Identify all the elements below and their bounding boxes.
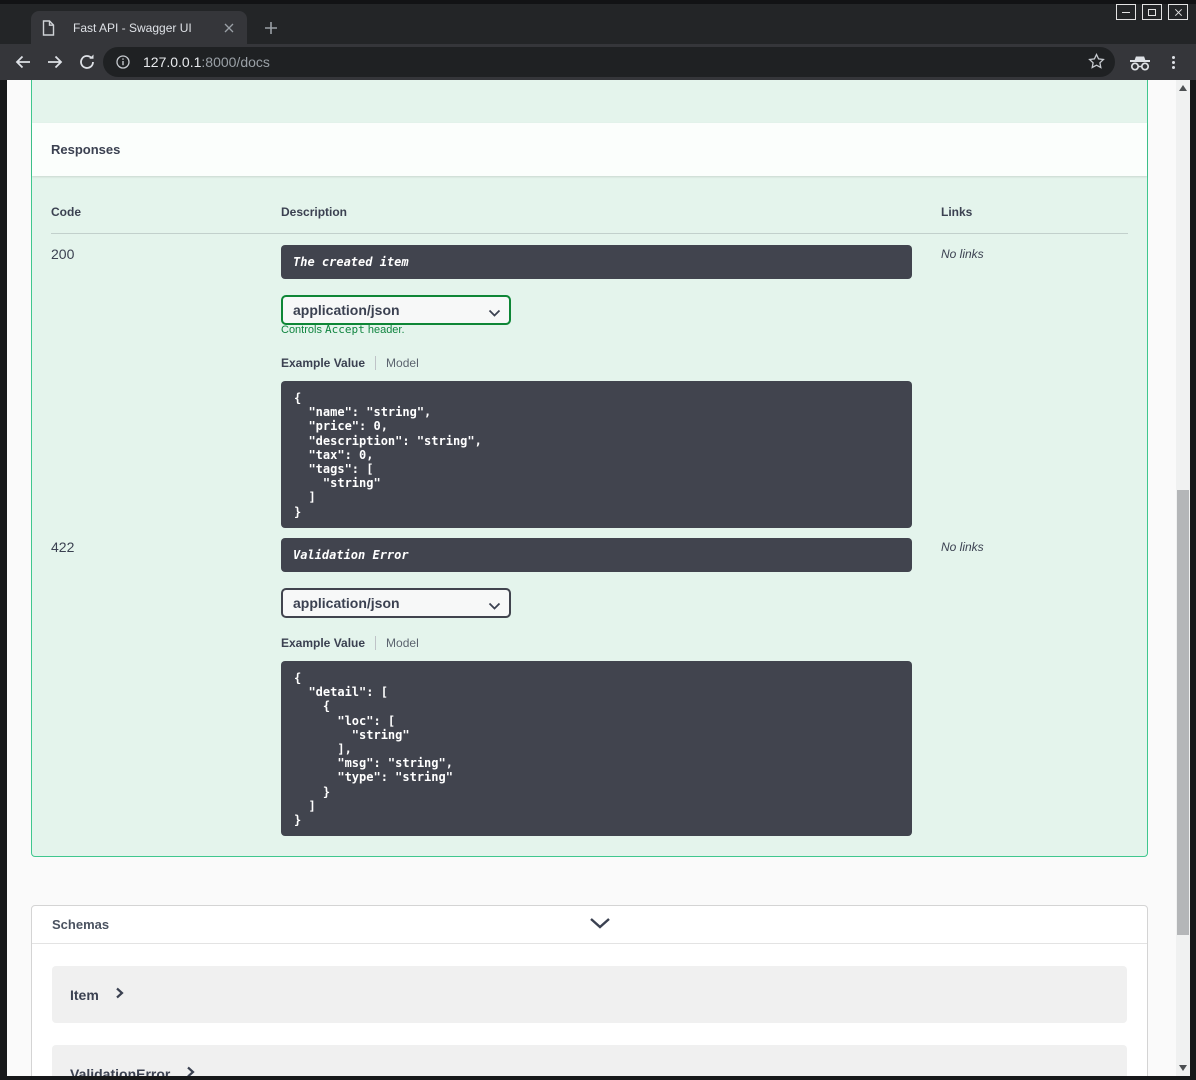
table-header-divider	[51, 233, 1128, 234]
tab-example-value[interactable]: Example Value	[281, 356, 365, 370]
example-json-422-text: { "detail": [ { "loc": [ "string" ], "ms…	[294, 671, 453, 828]
bookmark-star-icon[interactable]	[1088, 52, 1105, 75]
response-200-description: The created item	[281, 245, 912, 279]
response-422-description-text: Validation Error	[293, 548, 409, 562]
tab-title: Fast API - Swagger UI	[73, 20, 192, 35]
tab-strip: Fast API - Swagger UI	[0, 0, 1196, 44]
column-header-description: Description	[281, 205, 348, 219]
example-json-422[interactable]: { "detail": [ { "loc": [ "string" ], "ms…	[281, 661, 912, 836]
site-info-icon[interactable]	[116, 55, 130, 74]
response-code-200: 200	[51, 246, 75, 262]
browser-tab[interactable]: Fast API - Swagger UI	[31, 11, 247, 44]
maximize-button[interactable]	[1142, 4, 1162, 20]
maximize-icon	[1148, 8, 1156, 16]
schemas-title: Schemas	[52, 917, 110, 932]
opblock-post: Responses Code Description Links 200 The…	[31, 80, 1148, 857]
schema-validationerror-card[interactable]: ValidationError	[52, 1045, 1127, 1076]
url-text[interactable]: 127.0.0.1:8000/docs	[143, 47, 270, 77]
page-favicon-icon	[42, 20, 55, 41]
tab-close-icon[interactable]	[221, 20, 237, 36]
schemas-section: Schemas Item ValidationError	[31, 905, 1148, 1076]
url-host: 127.0.0.1	[143, 54, 202, 70]
browser-toolbar: 127.0.0.1:8000/docs	[0, 44, 1196, 80]
schemas-header[interactable]: Schemas	[32, 906, 1147, 944]
media-type-select-422-wrap: application/json	[281, 588, 511, 618]
reload-icon[interactable]	[78, 53, 96, 71]
example-model-tabs-422: Example Value Model	[281, 636, 419, 650]
response-422-links: No links	[941, 540, 984, 554]
responses-section-header: Responses	[32, 123, 1147, 176]
schemas-collapse-chevron-icon[interactable]	[589, 917, 1126, 932]
accept-note-code: Accept	[325, 323, 365, 336]
window-top-edge	[0, 0, 1196, 4]
accept-note-pre: Controls	[281, 324, 326, 336]
column-header-links: Links	[941, 205, 973, 219]
tab-example-value[interactable]: Example Value	[281, 636, 365, 650]
schema-item-name: Item	[70, 986, 99, 1003]
forward-icon[interactable]	[46, 53, 64, 71]
window-controls	[1116, 4, 1188, 20]
media-type-select-200-wrap: application/json	[281, 295, 511, 325]
tab-divider	[375, 356, 377, 370]
accept-note-post: header.	[364, 324, 405, 336]
url-path: :8000/docs	[201, 54, 270, 70]
new-tab-button[interactable]	[258, 15, 284, 41]
response-422-description: Validation Error	[281, 538, 912, 572]
accept-header-note: Controls Accept header.	[281, 323, 405, 336]
media-type-select-200[interactable]: application/json	[281, 295, 511, 325]
example-json-200-text: { "name": "string", "price": 0, "descrip…	[294, 391, 482, 519]
address-bar[interactable]: 127.0.0.1:8000/docs	[103, 47, 1115, 77]
response-code-422: 422	[51, 539, 75, 555]
media-type-select-422[interactable]: application/json	[281, 588, 511, 618]
response-200-links: No links	[941, 247, 984, 261]
example-json-200[interactable]: { "name": "string", "price": 0, "descrip…	[281, 381, 912, 528]
responses-title: Responses	[51, 142, 121, 157]
schema-validationerror-name: ValidationError	[70, 1065, 171, 1077]
scrollbar-down-arrow-icon[interactable]	[1179, 1065, 1187, 1071]
scrollbar-thumb[interactable]	[1177, 490, 1189, 935]
column-header-code: Code	[51, 205, 81, 219]
back-icon[interactable]	[14, 53, 32, 71]
page-viewport: Responses Code Description Links 200 The…	[7, 80, 1190, 1076]
tab-model[interactable]: Model	[386, 636, 419, 650]
response-200-description-text: The created item	[293, 255, 409, 269]
chevron-right-icon	[186, 1065, 196, 1076]
browser-menu-icon[interactable]	[1167, 53, 1179, 71]
minimize-icon	[1122, 11, 1130, 13]
tab-divider	[375, 636, 377, 650]
vertical-scrollbar[interactable]	[1176, 80, 1190, 1076]
close-icon	[1174, 8, 1183, 17]
close-button[interactable]	[1168, 4, 1188, 20]
schema-item-card[interactable]: Item	[52, 966, 1127, 1023]
chevron-right-icon	[115, 986, 124, 1004]
scrollbar-up-arrow-icon[interactable]	[1179, 85, 1187, 91]
minimize-button[interactable]	[1116, 4, 1136, 20]
tab-model[interactable]: Model	[386, 356, 419, 370]
incognito-icon	[1128, 54, 1152, 76]
example-model-tabs-200: Example Value Model	[281, 356, 419, 370]
